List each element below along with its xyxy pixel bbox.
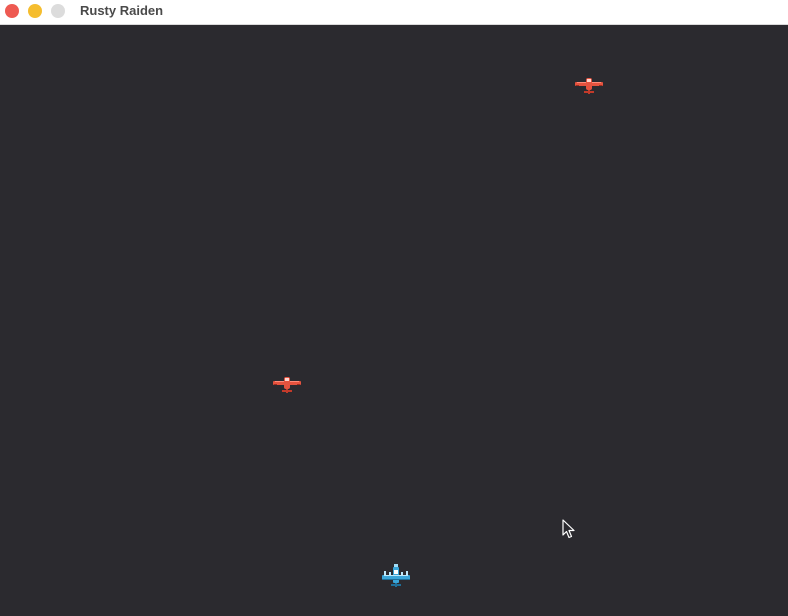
close-window-button[interactable] [5,4,19,18]
title-bar[interactable]: Rusty Raiden [0,0,788,25]
minimize-window-button[interactable] [28,4,42,18]
game-canvas[interactable] [0,25,788,616]
zoom-window-button[interactable] [51,4,65,18]
app-window: Rusty Raiden [0,0,788,616]
player-fighter-icon[interactable] [380,564,412,588]
window-title: Rusty Raiden [80,3,164,18]
mouse-pointer-icon [562,519,575,539]
enemy-plane-icon [575,78,603,94]
enemy-plane-icon [273,377,301,393]
